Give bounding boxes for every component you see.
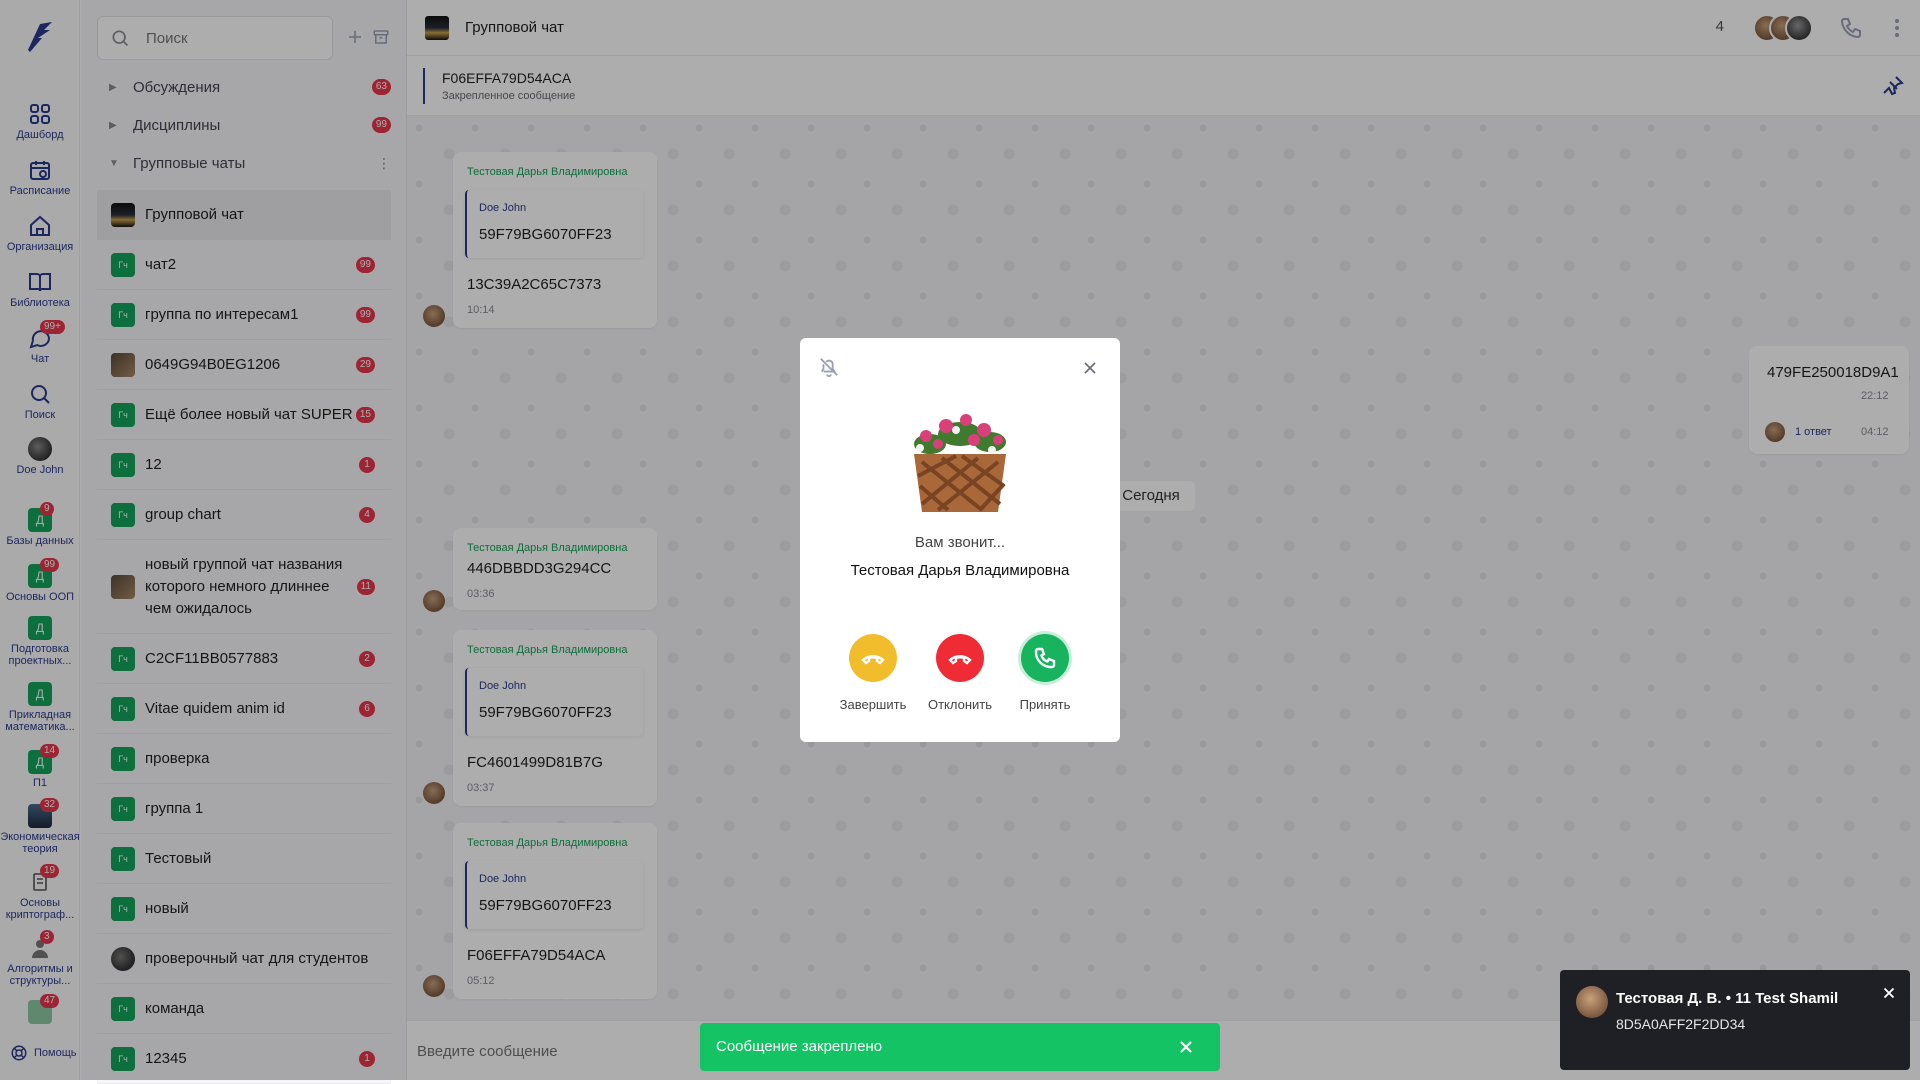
- close-icon[interactable]: [1880, 984, 1898, 1002]
- pinned-toast: Сообщение закреплено: [700, 1023, 1220, 1071]
- notification-title: Тестовая Д. В. • 11 Test Shamil: [1616, 990, 1839, 1007]
- decline-call-button[interactable]: Отклонить: [923, 634, 997, 712]
- notification-body: 8D5A0AFF2F2DD34: [1616, 1016, 1746, 1032]
- accept-call-label: Принять: [1019, 697, 1071, 712]
- bell-off-icon[interactable]: [818, 356, 840, 378]
- caller-avatar: [914, 414, 1006, 512]
- end-call-label: Завершить: [839, 697, 907, 712]
- accept-call-button[interactable]: Принять: [1008, 634, 1082, 712]
- hang-up-icon: [849, 634, 897, 682]
- close-icon[interactable]: [1080, 358, 1100, 378]
- caller-name: Тестовая Дарья Владимировна: [850, 562, 1070, 579]
- message-notification[interactable]: Тестовая Д. В. • 11 Test Shamil 8D5A0AFF…: [1560, 970, 1910, 1070]
- calling-label: Вам звонит...: [914, 534, 1006, 551]
- sender-avatar: [1576, 986, 1608, 1018]
- toast-text: Сообщение закреплено: [716, 1038, 883, 1055]
- close-icon[interactable]: [1176, 1037, 1196, 1057]
- decline-call-label: Отклонить: [927, 697, 993, 712]
- end-call-button[interactable]: Завершить: [836, 634, 910, 712]
- phone-icon: [1021, 634, 1069, 682]
- hang-up-icon: [936, 634, 984, 682]
- incoming-call-modal: Вам звонит... Тестовая Дарья Владимировн…: [800, 338, 1120, 742]
